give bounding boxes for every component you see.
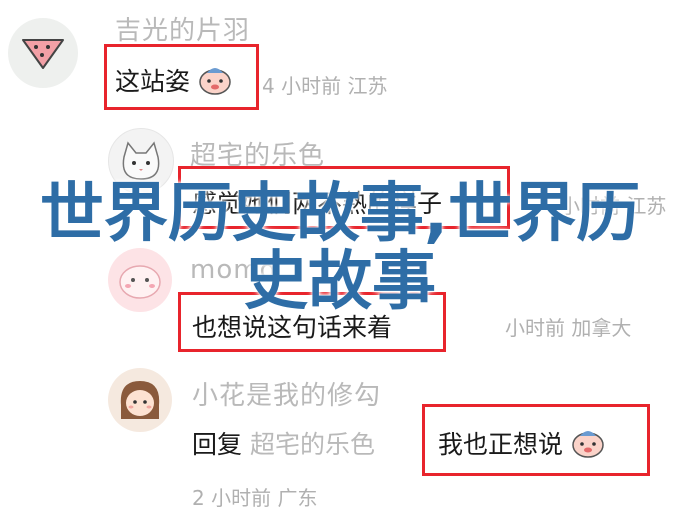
comment-text: 我也正想说	[438, 425, 605, 464]
comment-meta: 小时前 加拿大	[505, 316, 632, 340]
comment-text-label: 这站姿	[115, 67, 191, 96]
comment-text-label: 我也正想说	[438, 430, 564, 459]
reply-target-link[interactable]: 超宅的乐色	[250, 430, 375, 459]
comment-meta: 4 小时前 江苏	[262, 74, 388, 98]
comment-username[interactable]: 小花是我的修勾	[192, 375, 381, 412]
blushing-face-icon	[571, 428, 605, 464]
overlay-title: 世界历史故事,世界历史故事	[39, 177, 641, 319]
comment-meta: 2 小时前 广东	[192, 486, 318, 510]
reply-prefix: 回复	[192, 430, 243, 459]
avatar[interactable]	[108, 368, 172, 432]
watermelon-icon	[22, 39, 64, 69]
comment-text: 这站姿	[115, 62, 232, 101]
girl-icon	[120, 381, 160, 419]
reply-line: 回复 超宅的乐色	[192, 425, 375, 461]
comment-username[interactable]: 吉光的片羽	[115, 10, 250, 47]
blushing-face-icon	[198, 65, 232, 101]
avatar[interactable]	[8, 18, 78, 88]
